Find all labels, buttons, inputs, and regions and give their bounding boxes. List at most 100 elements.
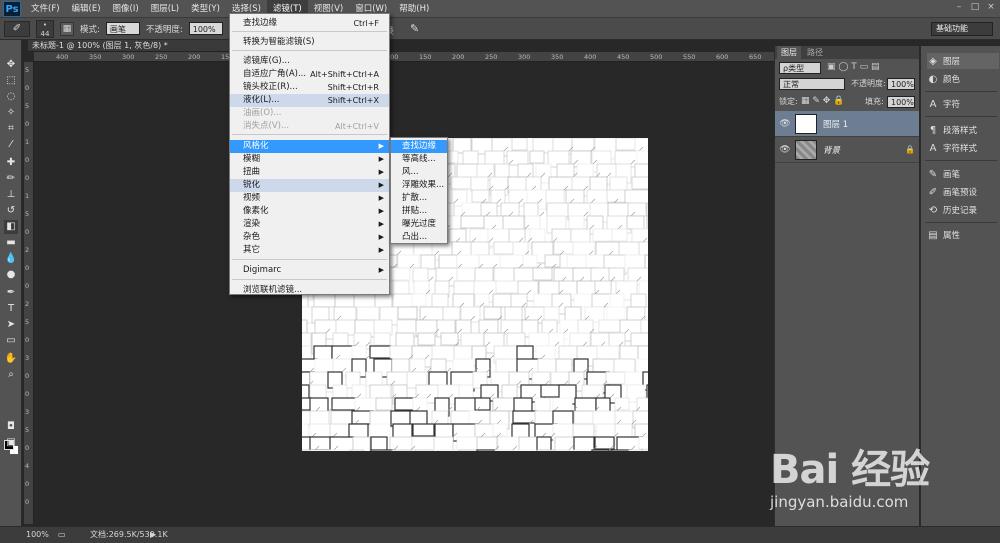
filter-menu-item[interactable]: 浏览联机滤镜... <box>230 284 389 297</box>
eyedropper-tool-icon[interactable]: ⁄ <box>4 138 18 152</box>
filter-menu-item[interactable]: 杂色 ▶ <box>230 231 389 244</box>
layer-name[interactable]: 图层 1 <box>823 118 919 130</box>
clone-stamp-tool-icon[interactable]: ⊥ <box>4 188 18 202</box>
dodge-tool-icon[interactable]: ● <box>4 268 18 282</box>
gradient-tool-icon[interactable]: ▬ <box>4 236 18 250</box>
hand-tool-icon[interactable]: ✋ <box>4 352 18 366</box>
close-icon[interactable]: × <box>986 2 996 12</box>
minimize-icon[interactable]: – <box>954 2 964 12</box>
blend-mode-select[interactable]: 正常 <box>779 78 845 90</box>
eraser-tool-icon[interactable]: ◧ <box>4 220 18 234</box>
dock-brush[interactable]: ✎ 画笔 <box>927 166 999 182</box>
dock-paragraph-styles[interactable]: ¶ 段落样式 <box>927 122 999 138</box>
filter-menu-item[interactable]: Digimarc ▶ <box>230 264 389 277</box>
menu-image[interactable]: 图像(I) <box>107 0 145 18</box>
move-tool-icon[interactable]: ✥ <box>4 58 18 72</box>
status-preview-icon[interactable]: ▭ <box>58 527 66 543</box>
dock-brush-presets[interactable]: ✐ 画笔预设 <box>927 184 999 200</box>
lasso-tool-icon[interactable]: ◌ <box>4 90 18 104</box>
stylize-submenu-item[interactable]: 风... <box>391 166 447 179</box>
dock-history[interactable]: ⟲ 历史记录 <box>927 202 999 218</box>
layer-opacity-field[interactable]: 100% <box>887 78 915 90</box>
layer-filter-icons[interactable]: ▣ ◯ T ▭ ▤ <box>827 61 880 74</box>
brush-panel-toggle-icon[interactable]: ▦ <box>60 21 74 36</box>
dock-paragraph-styles-label: 段落样式 <box>943 126 978 136</box>
zoom-tool-icon[interactable]: ⌕ <box>4 368 18 382</box>
quick-select-tool-icon[interactable]: ✧ <box>4 106 18 120</box>
stylize-submenu-item[interactable]: 查找边缘 <box>391 140 447 153</box>
pattern-tile <box>500 319 526 335</box>
pattern-tile <box>592 358 616 374</box>
filter-menu-item[interactable]: 模糊 ▶ <box>230 153 389 166</box>
quick-mask-icon[interactable]: ◘ <box>4 420 18 434</box>
dock-layers[interactable]: ◈ 图层 <box>927 53 999 69</box>
filter-menu-item[interactable]: 滤镜库(G)... <box>230 55 389 68</box>
opacity-field[interactable]: 100% <box>188 22 223 35</box>
menu-layer[interactable]: 图层(L) <box>145 0 185 18</box>
filter-menu-item[interactable]: 转换为智能滤镜(S) <box>230 36 389 49</box>
lock-icons[interactable]: ▦ ✎ ✥ 🔒 <box>801 95 844 108</box>
type-tool-icon[interactable]: T <box>4 302 18 316</box>
tab-layers[interactable]: 图层 <box>777 46 801 59</box>
dock-character[interactable]: A 字符 <box>927 96 999 112</box>
stylize-submenu-item[interactable]: 浮雕效果... <box>391 179 447 192</box>
marquee-tool-icon[interactable]: ⬚ <box>4 74 18 88</box>
dock-properties[interactable]: ▤ 属性 <box>927 227 999 243</box>
menu-type[interactable]: 类型(Y) <box>185 0 226 18</box>
pattern-tile <box>476 449 496 451</box>
filter-menu-item[interactable]: 视频 ▶ <box>230 192 389 205</box>
workspace-select[interactable]: 基础功能 <box>931 22 993 36</box>
stylize-submenu-item[interactable]: 扩散... <box>391 192 447 205</box>
filter-menu-item[interactable]: 像素化 ▶ <box>230 205 389 218</box>
tab-paths[interactable]: 路径 <box>803 46 827 59</box>
ruler-tick-label: 0 <box>25 282 30 290</box>
dock-character-styles[interactable]: A 字符样式 <box>927 140 999 156</box>
visibility-eye-icon[interactable]: 👁 <box>775 119 795 129</box>
blur-tool-icon[interactable]: 💧 <box>4 252 18 266</box>
history-brush-tool-icon[interactable]: ↺ <box>4 204 18 218</box>
status-menu-arrow-icon[interactable]: ▶ <box>150 527 156 543</box>
document-tab[interactable]: 未标题-1 @ 100% (图层 1, 灰色/8) * <box>28 40 233 52</box>
maximize-icon[interactable]: □ <box>970 2 980 12</box>
filter-menu-item[interactable]: 扭曲 ▶ <box>230 166 389 179</box>
stylize-submenu-item[interactable]: 等高线... <box>391 153 447 166</box>
visibility-eye-icon[interactable]: 👁 <box>775 145 795 155</box>
menu-file[interactable]: 文件(F) <box>25 0 66 18</box>
stylize-submenu-item[interactable]: 凸出... <box>391 231 447 244</box>
menu-help[interactable]: 帮助(H) <box>393 0 435 18</box>
fill-field[interactable]: 100% <box>887 96 915 108</box>
pattern-edge <box>365 354 371 360</box>
pressure-size-icon[interactable]: ✎ <box>410 22 419 35</box>
crop-tool-icon[interactable]: ⌗ <box>4 122 18 136</box>
dock-divider <box>925 160 997 161</box>
brush-tool-icon[interactable]: ✏ <box>4 172 18 186</box>
stylize-submenu-item[interactable]: 曝光过度 <box>391 218 447 231</box>
filter-menu-item[interactable]: 镜头校正(R)... Shift+Ctrl+R <box>230 81 389 94</box>
filter-menu-item[interactable]: 锐化 ▶ <box>230 179 389 192</box>
pen-tool-icon[interactable]: ✒ <box>4 286 18 300</box>
filter-menu-item[interactable]: 渲染 ▶ <box>230 218 389 231</box>
shape-tool-icon[interactable]: ▭ <box>4 334 18 348</box>
mode-select[interactable]: 画笔 <box>105 22 140 35</box>
zoom-level[interactable]: 100% <box>26 527 49 543</box>
eraser-preset-icon[interactable]: ✐ <box>4 20 30 37</box>
menu-edit[interactable]: 编辑(E) <box>66 0 107 18</box>
layer-name[interactable]: 背景 <box>823 144 905 156</box>
dock-color[interactable]: ◐ 颜色 <box>927 71 999 87</box>
path-select-tool-icon[interactable]: ➤ <box>4 318 18 332</box>
screen-mode-icon[interactable]: ▣ <box>4 436 18 450</box>
stylize-submenu-item[interactable]: 拼贴... <box>391 205 447 218</box>
filter-menu-item[interactable]: 其它 ▶ <box>230 244 389 257</box>
filter-menu-item[interactable]: 自适应广角(A)... Alt+Shift+Ctrl+A <box>230 68 389 81</box>
pattern-tile <box>495 358 519 373</box>
brush-size-picker[interactable]: • 44 <box>36 19 54 38</box>
layer-row[interactable]: 👁 背景 🔒 <box>775 137 919 163</box>
filter-menu-item[interactable]: 液化(L)... Shift+Ctrl+X <box>230 94 389 107</box>
dock-color-label: 颜色 <box>943 75 961 85</box>
pattern-tile <box>302 319 308 334</box>
layer-row[interactable]: 👁 图层 1 <box>775 111 919 137</box>
filter-menu-item[interactable]: 风格化 ▶ <box>230 140 389 153</box>
layer-kind-filter[interactable]: ρ类型 <box>779 62 821 74</box>
healing-brush-tool-icon[interactable]: ✚ <box>4 156 18 170</box>
filter-menu-item[interactable]: 查找边缘 Ctrl+F <box>230 17 389 30</box>
